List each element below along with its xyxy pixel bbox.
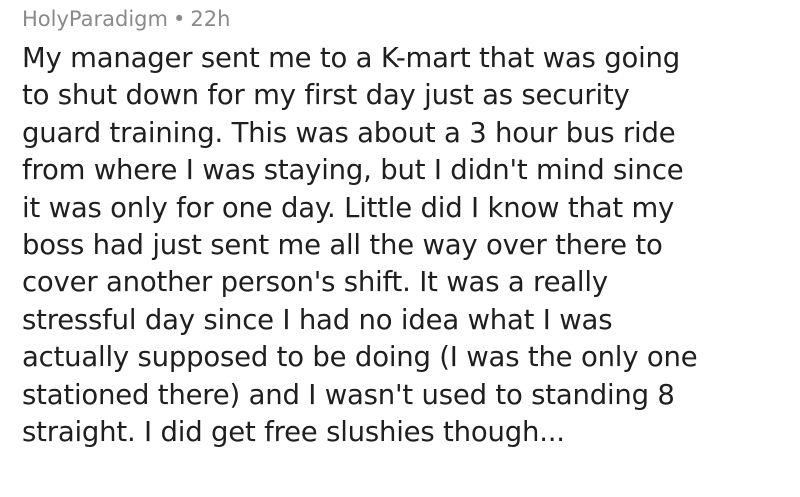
comment-line: guard training. This was about a 3 hour … bbox=[22, 116, 676, 149]
comment-line: My manager sent me to a K-mart that was … bbox=[22, 42, 681, 74]
comment-line: stressful day since I had no idea what I… bbox=[22, 303, 613, 336]
comment-line: straight. I did get free slushies though… bbox=[22, 416, 565, 449]
comment-line: from where I was staying, but I didn't m… bbox=[22, 154, 684, 187]
comment-line: to shut down for my first day just as se… bbox=[22, 79, 630, 112]
comment-meta: HolyParadigm • 22h bbox=[22, 4, 792, 34]
comment-age: 22h bbox=[190, 7, 231, 31]
comment-line: boss had just sent me all the way over t… bbox=[22, 229, 663, 262]
comment: HolyParadigm • 22h My manager sent me to a… bbox=[22, 4, 792, 451]
comment-line: it was only for one day. Little did I kn… bbox=[22, 191, 675, 224]
comment-line: stationed there) and I wasn't used to st… bbox=[22, 378, 675, 411]
comment-line: cover another person's shift. It was a r… bbox=[22, 266, 608, 299]
comment-line: actually supposed to be doing (I was the… bbox=[22, 341, 698, 374]
meta-separator: • bbox=[172, 7, 186, 31]
comment-body: My manager sent me to a K-mart that was … bbox=[22, 40, 792, 451]
author-name[interactable]: HolyParadigm bbox=[22, 7, 168, 31]
